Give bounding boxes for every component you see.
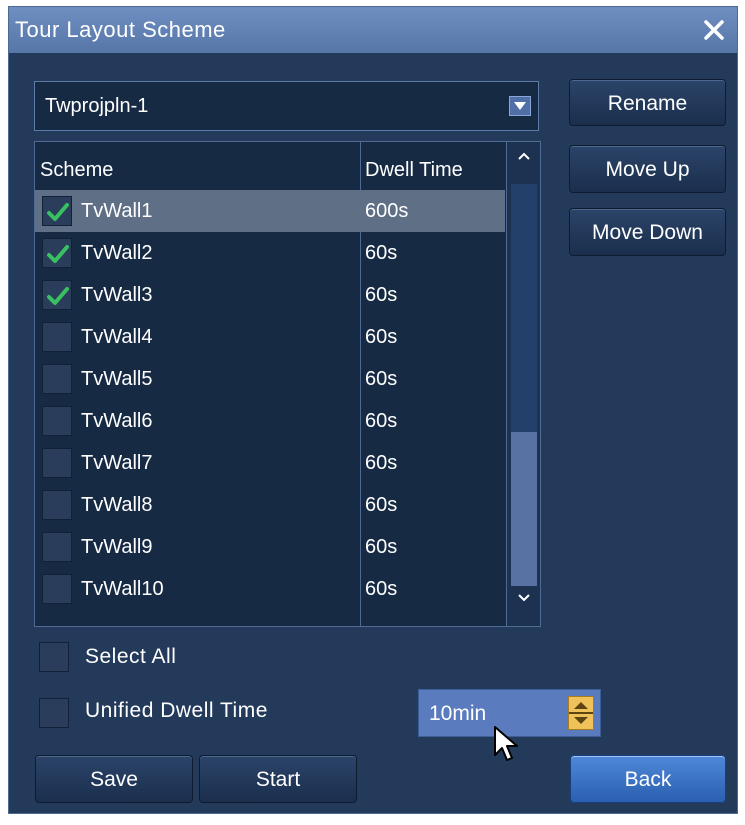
spinner-divider	[569, 712, 593, 714]
close-icon[interactable]	[699, 15, 729, 45]
save-button[interactable]: Save	[35, 755, 193, 803]
checkmark-icon	[47, 245, 69, 263]
row-checkbox[interactable]	[42, 280, 72, 310]
row-checkbox[interactable]	[42, 364, 72, 394]
table-scrollbar[interactable]	[506, 142, 540, 626]
table-row[interactable]: TvWall3 60s	[35, 274, 505, 316]
table-row[interactable]: TvWall10 60s	[35, 568, 505, 610]
table-header: Scheme Dwell Time	[35, 142, 505, 191]
spinner-arrows[interactable]	[568, 696, 594, 730]
scheme-name: TvWall7	[81, 452, 153, 474]
dwell-time-value: 60s	[365, 452, 398, 474]
mouse-pointer-icon	[493, 725, 521, 770]
scheme-name: TvWall2	[81, 242, 153, 264]
scheme-name: TvWall3	[81, 284, 153, 306]
dwell-time-value[interactable]: 10min	[429, 690, 486, 738]
scroll-up-icon[interactable]	[511, 148, 537, 168]
chevron-down-icon[interactable]	[509, 96, 531, 116]
dwell-time-value: 60s	[365, 410, 398, 432]
dwell-time-value: 60s	[365, 284, 398, 306]
move-up-button[interactable]: Move Up	[569, 145, 726, 193]
header-scheme[interactable]: Scheme	[40, 142, 113, 190]
select-all-checkbox[interactable]	[39, 642, 69, 672]
scroll-down-icon[interactable]	[511, 590, 537, 610]
header-dwell-time[interactable]: Dwell Time	[365, 142, 505, 190]
title-bar: Tour Layout Scheme	[9, 7, 737, 53]
rename-button[interactable]: Rename	[569, 79, 726, 126]
dwell-time-value: 60s	[365, 494, 398, 516]
scroll-track[interactable]	[511, 184, 537, 432]
scheme-table: Scheme Dwell Time TvWall1 600s TvWall2 60s T…	[34, 141, 541, 627]
scheme-name: TvWall6	[81, 410, 153, 432]
back-button[interactable]: Back	[570, 755, 726, 803]
dwell-time-value: 60s	[365, 326, 398, 348]
table-row[interactable]: TvWall6 60s	[35, 400, 505, 442]
row-checkbox[interactable]	[42, 574, 72, 604]
scheme-name: TvWall9	[81, 536, 153, 558]
row-checkbox[interactable]	[42, 196, 72, 226]
tour-layout-scheme-dialog: Tour Layout Scheme Twprojpln-1 Rename Mo…	[8, 6, 738, 814]
dwell-time-value: 60s	[365, 536, 398, 558]
scheme-name: TvWall8	[81, 494, 153, 516]
row-checkbox[interactable]	[42, 490, 72, 520]
row-checkbox[interactable]	[42, 532, 72, 562]
scheme-name: TvWall4	[81, 326, 153, 348]
row-checkbox[interactable]	[42, 406, 72, 436]
table-row[interactable]: TvWall5 60s	[35, 358, 505, 400]
dialog-title: Tour Layout Scheme	[15, 17, 226, 42]
project-dropdown[interactable]: Twprojpln-1	[34, 81, 539, 131]
scroll-thumb[interactable]	[511, 432, 537, 586]
scheme-name: TvWall10	[81, 578, 164, 600]
dwell-time-value: 60s	[365, 242, 398, 264]
select-all-label: Select All	[85, 645, 177, 668]
row-checkbox[interactable]	[42, 238, 72, 268]
unified-dwell-time-checkbox[interactable]	[39, 698, 69, 728]
table-row[interactable]: TvWall2 60s	[35, 232, 505, 274]
row-checkbox[interactable]	[42, 448, 72, 478]
table-row[interactable]: TvWall9 60s	[35, 526, 505, 568]
dwell-time-value: 60s	[365, 368, 398, 390]
move-down-button[interactable]: Move Down	[569, 208, 726, 256]
table-row[interactable]: TvWall8 60s	[35, 484, 505, 526]
table-row[interactable]: TvWall1 600s	[35, 190, 505, 232]
row-checkbox[interactable]	[42, 322, 72, 352]
checkmark-icon	[47, 287, 69, 305]
table-row[interactable]: TvWall7 60s	[35, 442, 505, 484]
checkmark-icon	[47, 203, 69, 221]
start-button[interactable]: Start	[199, 755, 357, 803]
scheme-name: TvWall1	[81, 200, 153, 222]
scheme-name: TvWall5	[81, 368, 153, 390]
unified-dwell-time-label: Unified Dwell Time	[85, 699, 268, 722]
dwell-time-value: 60s	[365, 578, 398, 600]
project-dropdown-value: Twprojpln-1	[45, 95, 149, 117]
table-row[interactable]: TvWall4 60s	[35, 316, 505, 358]
dwell-time-value: 600s	[365, 200, 409, 222]
